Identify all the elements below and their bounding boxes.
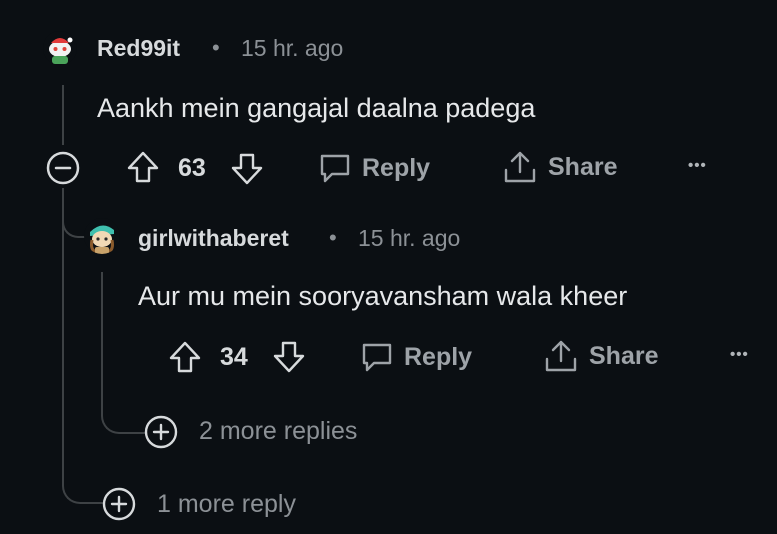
reply-username[interactable]: girlwithaberet xyxy=(138,225,289,252)
thread-curve-1-more-reply xyxy=(62,470,104,504)
share-icon xyxy=(504,151,536,183)
more-options-button[interactable]: ••• xyxy=(688,158,707,173)
reply-button[interactable]: Reply xyxy=(318,152,430,184)
share-button[interactable]: Share xyxy=(543,339,658,373)
upvote-arrow-icon xyxy=(127,151,159,183)
avatar[interactable] xyxy=(43,31,77,65)
downvote-arrow-icon xyxy=(231,153,263,185)
reply-button[interactable]: Reply xyxy=(360,341,472,373)
reply-body: Aur mu mein sooryavansham wala kheer xyxy=(138,281,628,311)
snoo-avatar-icon xyxy=(43,31,77,65)
more-options-button[interactable]: ••• xyxy=(730,347,749,362)
more-replies-link[interactable]: 2 more replies xyxy=(199,417,357,446)
reply-avatar[interactable] xyxy=(84,218,120,254)
snoo-avatar-icon xyxy=(84,218,120,254)
share-label: Share xyxy=(589,341,659,370)
thread-curve-2-more-replies xyxy=(101,398,145,434)
minus-circle-icon xyxy=(46,151,80,185)
vote-count: 34 xyxy=(220,343,248,371)
downvote-arrow-icon xyxy=(273,341,305,373)
separator-dot: • xyxy=(212,35,220,60)
reply-label: Reply xyxy=(362,153,431,182)
thread-line-main xyxy=(62,85,64,145)
share-icon xyxy=(545,340,577,372)
expand-replies-button[interactable] xyxy=(143,414,179,450)
thread-line-reply xyxy=(101,272,103,402)
comment-timestamp[interactable]: 15 hr. ago xyxy=(241,35,343,62)
comment-username[interactable]: Red99it xyxy=(97,35,180,62)
vote-count: 63 xyxy=(178,154,206,182)
share-button[interactable]: Share xyxy=(502,150,617,184)
chat-bubble-icon xyxy=(362,343,392,372)
downvote-button[interactable] xyxy=(272,340,306,374)
reply-timestamp[interactable]: 15 hr. ago xyxy=(358,225,460,252)
share-label: Share xyxy=(548,152,618,181)
downvote-button[interactable] xyxy=(230,152,264,186)
expand-reply-button[interactable] xyxy=(101,486,137,522)
comment-body: Aankh mein gangajal daalna padega xyxy=(97,93,536,123)
chat-bubble-icon xyxy=(320,154,350,183)
separator-dot: • xyxy=(329,225,337,250)
more-reply-link[interactable]: 1 more reply xyxy=(157,490,296,519)
plus-circle-icon xyxy=(144,415,178,449)
upvote-button[interactable] xyxy=(126,150,160,184)
collapse-thread-button[interactable] xyxy=(45,150,81,186)
upvote-arrow-icon xyxy=(169,341,201,373)
upvote-button[interactable] xyxy=(168,340,202,374)
reply-label: Reply xyxy=(404,342,473,371)
plus-circle-icon xyxy=(102,487,136,521)
